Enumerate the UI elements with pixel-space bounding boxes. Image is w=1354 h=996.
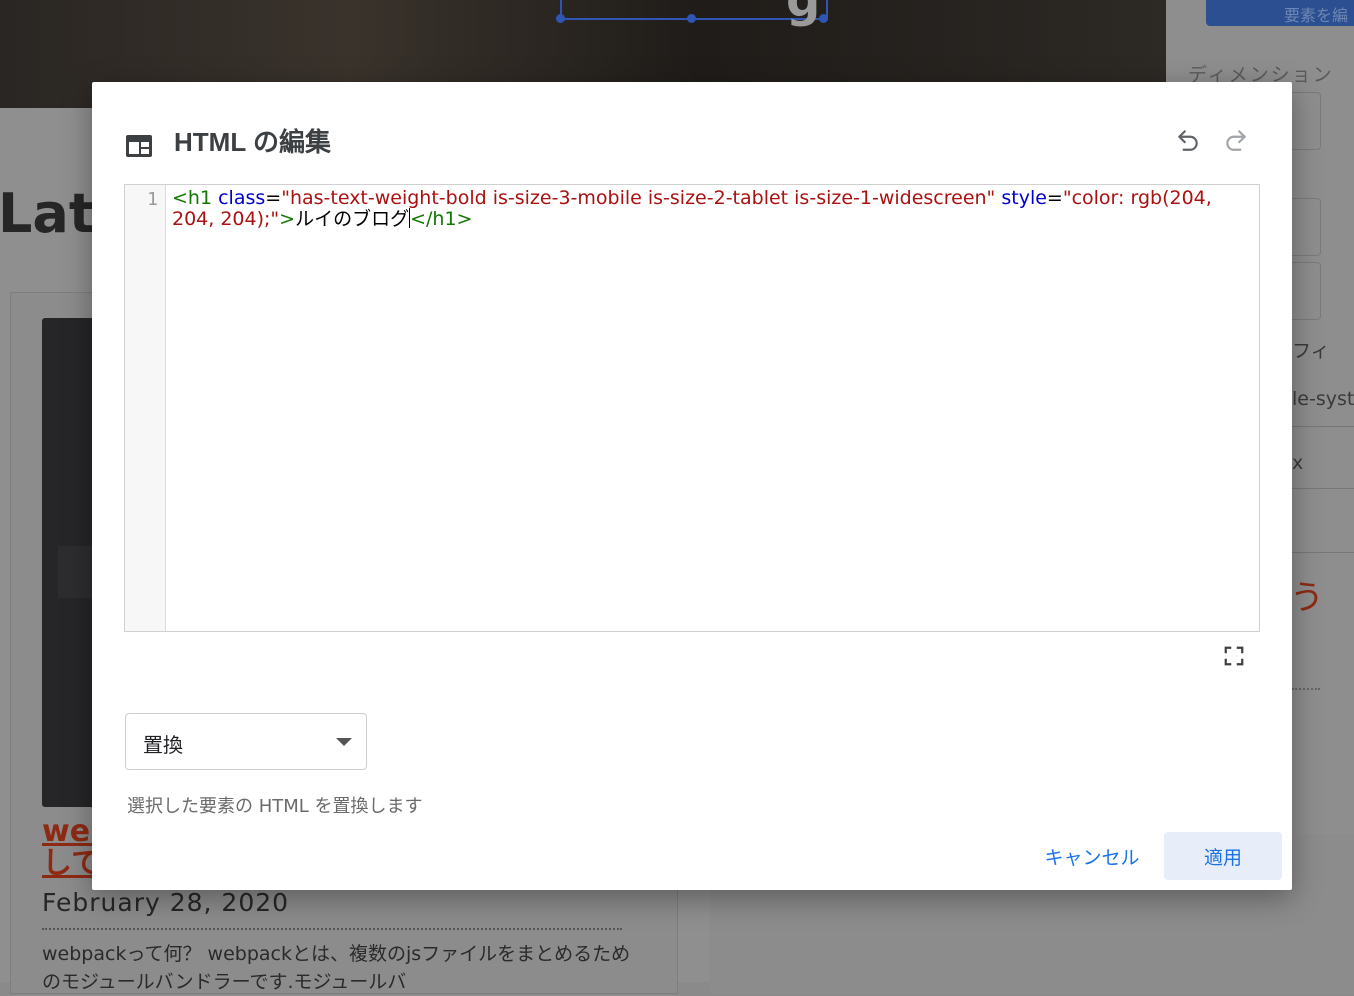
- divider: [42, 928, 622, 930]
- mode-select[interactable]: 置換: [125, 713, 367, 770]
- resize-handle: [556, 14, 565, 23]
- post-excerpt: webpackって何？ webpackとは、複数のjsファイルをまとめるためのモ…: [42, 943, 631, 993]
- panel-field: [1290, 262, 1321, 320]
- code-open-tag-end: >: [279, 208, 296, 230]
- code-class-value: "has-text-weight-bold is-size-3-mobile i…: [281, 187, 996, 209]
- panel-field: [1290, 198, 1321, 256]
- divider: [1292, 688, 1320, 690]
- chevron-down-icon: [336, 738, 352, 746]
- code-attr-style: style: [1001, 187, 1047, 209]
- web-layout-icon: [126, 135, 152, 157]
- code-editor[interactable]: 1 <h1 class="has-text-weight-bold is-siz…: [124, 184, 1260, 632]
- divider: [1290, 426, 1354, 427]
- resize-handle: [687, 14, 696, 23]
- post-title: wel して: [42, 816, 92, 880]
- hero-letter: g: [786, 0, 821, 28]
- unit-value: x: [1292, 452, 1304, 474]
- post-date: February 28, 2020: [42, 888, 290, 917]
- font-value: le-syst: [1292, 388, 1354, 410]
- code-close-tag: </h1>: [410, 208, 473, 230]
- code-eq: =: [1046, 187, 1063, 209]
- typography-label: フィ: [1292, 340, 1330, 362]
- mode-help-text: 選択した要素の HTML を置換します: [127, 796, 423, 817]
- code-text: ルイのブログ: [295, 208, 410, 230]
- line-number: 1: [147, 189, 158, 210]
- redo-button[interactable]: [1218, 122, 1254, 158]
- editor-gutter: 1: [125, 185, 166, 631]
- redo-icon: [1226, 130, 1246, 151]
- edit-element-button: 要素を編: [1206, 0, 1354, 26]
- mode-select-value: 置換: [143, 733, 183, 757]
- fullscreen-icon: [1224, 646, 1244, 666]
- panel-link-glyph: う: [1290, 578, 1324, 618]
- divider: [1290, 552, 1354, 553]
- code-attr-class: class: [218, 187, 266, 209]
- undo-button[interactable]: [1170, 122, 1206, 158]
- divider: [1290, 488, 1354, 489]
- apply-button[interactable]: 適用: [1164, 832, 1282, 880]
- dialog-title: HTML の編集: [174, 127, 331, 157]
- code-eq: =: [265, 187, 282, 209]
- cancel-button[interactable]: キャンセル: [1034, 832, 1150, 880]
- edit-html-dialog: HTML の編集 1 <h1 class="has-text-weight-bo…: [92, 82, 1292, 890]
- fullscreen-button[interactable]: [1216, 638, 1252, 674]
- panel-field: [1290, 92, 1321, 150]
- code-line[interactable]: <h1 class="has-text-weight-bold is-size-…: [172, 188, 1247, 229]
- code-open-tag: <h1: [172, 187, 213, 209]
- undo-icon: [1178, 130, 1198, 151]
